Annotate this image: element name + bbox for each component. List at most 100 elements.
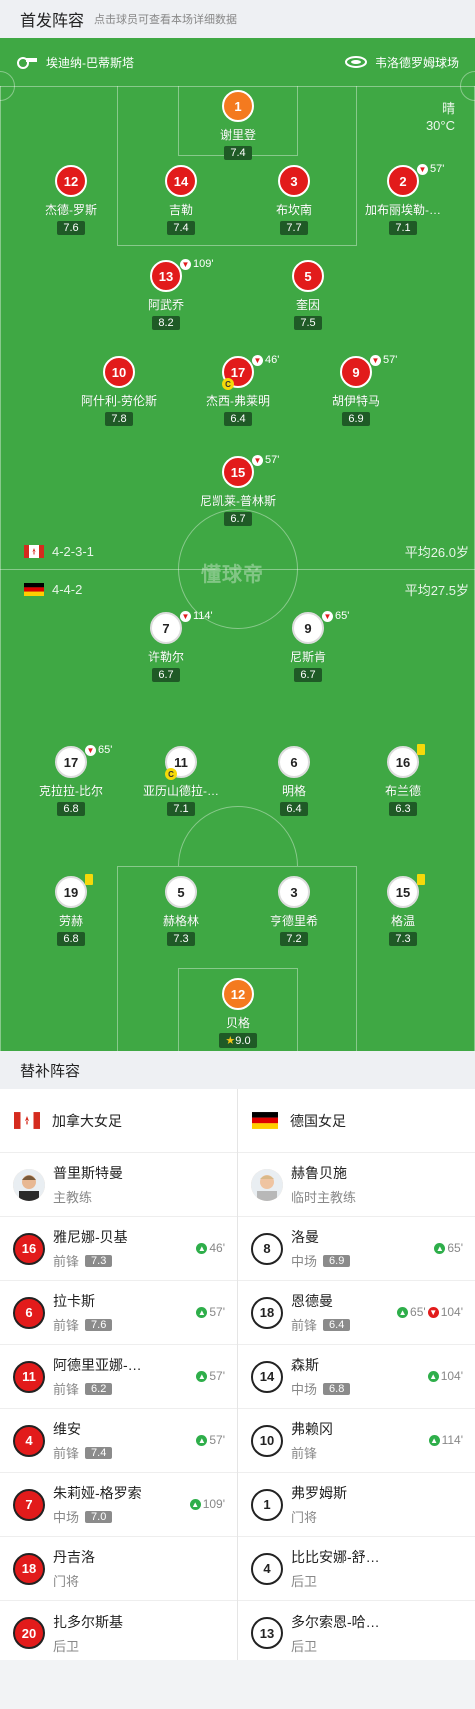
player-rating: 7.4	[224, 146, 252, 160]
player-number: 10	[103, 356, 135, 388]
sub-row[interactable]: 4 比比安娜-舒… 后卫	[238, 1537, 475, 1601]
sub-number: 1	[251, 1488, 283, 1521]
sub-row[interactable]: 18 丹吉洛 门将	[0, 1537, 237, 1601]
sub-row[interactable]: 11 阿德里亚娜-… 前锋 6.2 ▲ 57'	[0, 1345, 237, 1409]
sub-position: 前锋	[53, 1446, 80, 1461]
sub-in-marker: ▲ 65'	[434, 1241, 463, 1255]
sub-in-icon: ▲	[434, 1242, 446, 1254]
player-home[interactable]: 15 ▼ 57' 尼凯莱-普林斯 6.7	[188, 454, 288, 527]
player-home[interactable]: 10 阿什利-劳伦斯 7.8	[69, 356, 169, 427]
sub-row[interactable]: 8 洛曼 中场 6.9 ▲ 65'	[238, 1217, 475, 1281]
sub-row[interactable]: 13 多尔索恩-哈… 后卫	[238, 1601, 475, 1665]
sub-rating: 7.3	[85, 1254, 113, 1267]
player-away[interactable]: 3 亨德里希 7.2	[244, 876, 344, 947]
sub-row[interactable]: 7 朱莉娅-格罗索 中场 7.0 ▲ 109'	[0, 1473, 237, 1537]
home-coach-row[interactable]: 普里斯特曼 主教练	[0, 1153, 237, 1217]
home-team-row: 加拿大女足	[0, 1089, 237, 1153]
player-away[interactable]: 19 劳赫 6.8	[21, 874, 121, 947]
sub-row[interactable]: 14 森斯 中场 6.8 ▲ 104'	[238, 1345, 475, 1409]
sub-row[interactable]: 6 拉卡斯 前锋 7.6 ▲ 57'	[0, 1281, 237, 1345]
coach-avatar	[251, 1168, 283, 1201]
sub-time: 57'	[265, 454, 280, 466]
player-home[interactable]: 12 杰德-罗斯 7.6	[21, 165, 121, 236]
sub-time: 109'	[193, 258, 214, 270]
sub-out-marker: ▼ 57'	[252, 454, 279, 466]
sub-name: 弗罗姆斯	[291, 1485, 347, 1501]
sub-row[interactable]: 20 扎多尔斯基 后卫	[0, 1601, 237, 1665]
player-away[interactable]: 9 ▼ 65' 尼斯肯 6.7	[258, 610, 358, 683]
sub-out-marker: ▼ 114'	[180, 610, 213, 622]
sub-out-icon: ▼	[180, 610, 191, 622]
player-home[interactable]: 3 布坎南 7.7	[244, 165, 344, 236]
away-formation-row: 4-4-2 平均27.5岁	[24, 580, 469, 599]
player-home-gk[interactable]: 1 谢里登 7.4	[188, 90, 288, 161]
sub-in-time: 114'	[441, 1433, 463, 1447]
sub-out-icon: ▼	[427, 1306, 439, 1318]
player-home[interactable]: 13 ▼ 109' 阿武乔 8.2	[116, 258, 216, 331]
sub-out-marker: ▼ 57'	[370, 354, 397, 366]
player-rating: 6.7	[152, 668, 180, 682]
sub-number: 20	[13, 1617, 45, 1649]
sub-number: 10	[251, 1424, 283, 1457]
player-away[interactable]: 15 格温 7.3	[353, 874, 453, 947]
sub-number: 4	[251, 1552, 283, 1585]
sub-row[interactable]: 16 雅尼娜-贝基 前锋 7.3 ▲ 46'	[0, 1217, 237, 1281]
sub-in-marker: ▲ 109'	[189, 1497, 225, 1511]
player-away[interactable]: 11 C 亚历山德拉-… 7.1	[131, 746, 231, 817]
player-rating: 6.7	[294, 668, 322, 682]
sub-row[interactable]: 4 维安 前锋 7.4 ▲ 57'	[0, 1409, 237, 1473]
weather: 晴 30°C	[426, 100, 455, 134]
player-home[interactable]: 17 C ▼ 46' 杰西-弗莱明 6.4	[188, 354, 288, 427]
player-name: 阿什利-劳伦斯	[81, 394, 157, 408]
sub-out-marker: ▼ 65'	[322, 610, 349, 622]
sub-row[interactable]: 10 弗赖冈 前锋 ▲ 114'	[238, 1409, 475, 1473]
player-rating: 7.8	[105, 412, 133, 426]
player-home[interactable]: 5 奎因 7.5	[258, 260, 358, 331]
player-home[interactable]: 14 吉勒 7.4	[131, 165, 231, 236]
player-name: 贝格	[225, 1016, 250, 1030]
sub-name: 朱莉娅-格罗索	[53, 1485, 142, 1501]
sub-number: 14	[251, 1360, 283, 1393]
sub-number: 18	[13, 1552, 45, 1585]
away-coach-row[interactable]: 赫鲁贝施 临时主教练	[238, 1153, 475, 1217]
player-name: 加布丽埃勒-…	[365, 203, 441, 217]
player-number: 12	[55, 165, 87, 197]
canada-flag-icon	[14, 1112, 40, 1129]
sub-time: 65'	[98, 744, 113, 756]
player-home[interactable]: 9 ▼ 57' 胡伊特马 6.9	[306, 354, 406, 427]
player-rating: 7.1	[167, 802, 195, 816]
sub-in-icon: ▲	[397, 1306, 409, 1318]
player-home[interactable]: 2 ▼ 57' 加布丽埃勒-… 7.1	[353, 163, 453, 236]
weather-temp: 30°C	[425, 118, 455, 133]
sub-row[interactable]: 1 弗罗姆斯 门将	[238, 1473, 475, 1537]
player-away[interactable]: 16 布兰德 6.3	[353, 744, 453, 817]
player-number: 11 C	[165, 746, 197, 780]
home-formation-row: 4-2-3-1 平均26.0岁	[24, 542, 469, 561]
player-away-gk[interactable]: 12 贝格 ★9.0	[188, 978, 288, 1049]
weather-condition: 晴	[441, 101, 455, 116]
player-away[interactable]: 17 ▼ 65' 克拉拉-比尔 6.8	[21, 744, 121, 817]
sub-row[interactable]: 18 恩德曼 前锋 6.4 ▲ 65' ▼ 104'	[238, 1281, 475, 1345]
sub-name: 比比安娜-舒…	[291, 1549, 380, 1565]
sub-time: 57'	[430, 163, 445, 175]
player-rating: 7.3	[167, 932, 195, 946]
player-away[interactable]: 7 ▼ 114' 许勒尔 6.7	[116, 610, 216, 683]
player-rating: 8.2	[152, 316, 180, 330]
player-name: 格温	[390, 914, 415, 928]
player-away[interactable]: 5 赫格林 7.3	[131, 876, 231, 947]
sub-out-icon: ▼	[252, 454, 263, 466]
germany-flag-icon	[24, 583, 44, 596]
whistle-icon	[17, 57, 37, 69]
sub-in-icon: ▲	[196, 1434, 208, 1446]
sub-rating: 6.9	[323, 1254, 351, 1267]
sub-number: 11	[13, 1360, 45, 1393]
player-away[interactable]: 6 明格 6.4	[244, 746, 344, 817]
coach-name: 赫鲁贝施	[291, 1165, 347, 1181]
player-name: 克拉拉-比尔	[39, 784, 103, 798]
sub-time: 46'	[265, 354, 280, 366]
player-rating: 6.4	[224, 412, 252, 426]
player-number: 17	[55, 746, 87, 778]
stadium-name: 韦洛德罗姆球场	[374, 55, 459, 70]
sub-name: 雅尼娜-贝基	[53, 1229, 128, 1245]
player-number: 15	[387, 874, 425, 908]
